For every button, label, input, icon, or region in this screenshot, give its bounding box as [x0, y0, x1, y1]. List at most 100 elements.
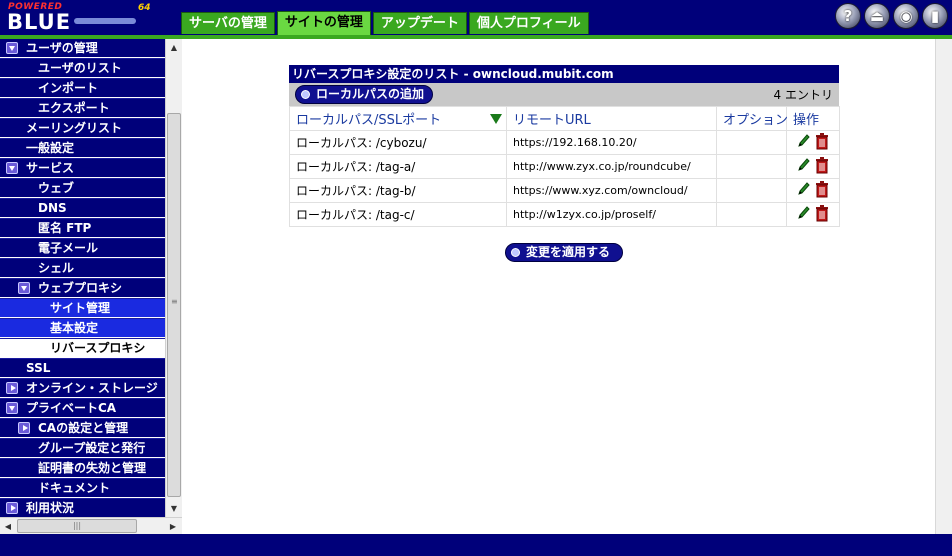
sidebar-item[interactable]: ユーザの管理: [0, 39, 165, 58]
actions-cell: [786, 130, 840, 155]
options-cell: [716, 130, 787, 155]
sidebar-item[interactable]: プライベートCA: [0, 399, 165, 418]
sidebar-item-label: オンライン・ストレージ: [26, 381, 158, 395]
column-header-remote-url[interactable]: リモートURL: [506, 106, 717, 131]
reverse-proxy-table: ローカルパス/SSLポート リモートURL オプション 操作 ローカルパス: /…: [289, 106, 840, 227]
apply-changes-button[interactable]: 変更を適用する: [505, 243, 624, 262]
scroll-left-arrow-icon[interactable]: ◀: [0, 518, 16, 534]
sidebar-item[interactable]: メーリングリスト: [0, 119, 165, 138]
bottom-bar: [0, 534, 952, 556]
remote-url-cell: https://192.168.10.20/: [506, 130, 717, 155]
expand-triangle-icon[interactable]: [6, 382, 18, 394]
add-local-path-button[interactable]: ローカルパスの追加: [295, 85, 434, 104]
help-icon[interactable]: ?: [835, 3, 861, 29]
view-icon[interactable]: ◉: [893, 3, 919, 29]
table-row: ローカルパス: /cybozu/https://192.168.10.20/: [289, 130, 840, 155]
logo-version: 64: [138, 3, 151, 13]
sidebar-item[interactable]: エクスポート: [0, 99, 165, 118]
sidebar-item[interactable]: サービス: [0, 159, 165, 178]
logo-blue-text: BLUE: [7, 10, 72, 34]
edit-pencil-icon[interactable]: [797, 133, 811, 152]
expand-triangle-icon[interactable]: [6, 502, 18, 514]
top-header: POWERED BLUE 64 サーバの管理 サイトの管理 アップデート 個人プ…: [0, 0, 952, 37]
delete-trash-icon[interactable]: [815, 156, 829, 177]
column-header-local-path[interactable]: ローカルパス/SSLポート: [289, 106, 507, 131]
sidebar-item[interactable]: 匿名 FTP: [0, 219, 165, 238]
sidebar-item[interactable]: ウェブプロキシ: [0, 279, 165, 298]
sidebar-vertical-scrollbar[interactable]: ▲ ≡ ▼: [165, 39, 182, 517]
collapse-triangle-icon[interactable]: [18, 282, 30, 294]
options-cell: [716, 154, 787, 179]
button-bullet-icon: [301, 90, 310, 99]
main-tabs: サーバの管理 サイトの管理 アップデート 個人プロフィール: [181, 11, 591, 36]
scroll-up-arrow-icon[interactable]: ▲: [166, 39, 182, 55]
sidebar-item[interactable]: オンライン・ストレージ: [0, 379, 165, 398]
sidebar-item-label: リバースプロキシ: [50, 341, 146, 355]
scroll-down-arrow-icon[interactable]: ▼: [166, 500, 182, 516]
remote-url-cell: http://www.zyx.co.jp/roundcube/: [506, 154, 717, 179]
edit-pencil-icon[interactable]: [797, 181, 811, 200]
sidebar-item-label: CAの設定と管理: [38, 421, 129, 435]
sidebar-item-label: サービス: [26, 161, 75, 175]
sidebar-item[interactable]: 電子メール: [0, 239, 165, 258]
remote-url-cell: https://www.xyz.com/owncloud/: [506, 178, 717, 203]
collapse-triangle-icon[interactable]: [6, 162, 18, 174]
sidebar-item[interactable]: ユーザのリスト: [0, 59, 165, 78]
sidebar-item-label: 基本設定: [50, 321, 99, 335]
sidebar-horizontal-scrollbar[interactable]: ◀ ||| ▶: [0, 517, 182, 534]
tab-site-management[interactable]: サイトの管理: [276, 11, 371, 36]
expand-triangle-icon[interactable]: [18, 422, 30, 434]
column-header-options[interactable]: オプション: [716, 106, 788, 131]
sidebar-item-label: ユーザのリスト: [38, 61, 122, 75]
table-header-row: ローカルパス/SSLポート リモートURL オプション 操作: [289, 106, 840, 131]
tab-update[interactable]: アップデート: [372, 12, 467, 34]
sidebar-item[interactable]: リバースプロキシ: [0, 339, 165, 358]
collapse-triangle-icon[interactable]: [6, 402, 18, 414]
delete-trash-icon[interactable]: [815, 180, 829, 201]
collapse-triangle-icon[interactable]: [6, 42, 18, 54]
sidebar-item[interactable]: SSL: [0, 359, 165, 378]
reverse-proxy-list-panel: リバースプロキシ設定のリスト - owncloud.mubit.com ローカル…: [289, 65, 840, 227]
edit-pencil-icon[interactable]: [797, 157, 811, 176]
column-header-local-path-label: ローカルパス/SSLポート: [296, 113, 442, 128]
actions-cell: [786, 154, 840, 179]
sidebar-scroll-thumb[interactable]: ≡: [167, 113, 181, 497]
sidebar-item[interactable]: DNS: [0, 199, 165, 218]
sidebar-item-label: メーリングリスト: [26, 121, 123, 135]
sort-descending-icon[interactable]: [490, 113, 502, 124]
sidebar-item-label: DNS: [38, 201, 67, 215]
logo-swoosh: [74, 18, 136, 24]
column-header-actions: 操作: [786, 106, 840, 131]
sidebar-item-label: 証明書の失効と管理: [38, 461, 147, 475]
sidebar-item[interactable]: グループ設定と発行: [0, 439, 165, 458]
sidebar-item[interactable]: ドキュメント: [0, 479, 165, 498]
sidebar-item[interactable]: 一般設定: [0, 139, 165, 158]
apply-changes-label: 変更を適用する: [526, 245, 611, 259]
exit-door-icon[interactable]: ▮: [922, 3, 948, 29]
sidebar-item[interactable]: インポート: [0, 79, 165, 98]
main-vertical-scrollbar[interactable]: [935, 39, 952, 534]
add-local-path-label: ローカルパスの追加: [316, 87, 425, 101]
sidebar-hscroll-thumb[interactable]: |||: [17, 519, 137, 533]
tab-personal-profile[interactable]: 個人プロフィール: [468, 12, 589, 34]
sidebar-item-label: サイト管理: [50, 301, 111, 315]
sidebar-item[interactable]: サイト管理: [0, 299, 165, 318]
sidebar-item[interactable]: 基本設定: [0, 319, 165, 338]
sidebar-item[interactable]: 証明書の失効と管理: [0, 459, 165, 478]
sidebar-item[interactable]: ウェブ: [0, 179, 165, 198]
logout-icon[interactable]: ⏏: [864, 3, 890, 29]
tab-server-management[interactable]: サーバの管理: [181, 12, 275, 34]
sidebar-item[interactable]: 利用状況: [0, 499, 165, 517]
panel-title: リバースプロキシ設定のリスト - owncloud.mubit.com: [289, 65, 839, 83]
table-row: ローカルパス: /tag-c/http://w1zyx.co.jp/prosel…: [289, 202, 840, 227]
scroll-right-arrow-icon[interactable]: ▶: [165, 518, 181, 534]
delete-trash-icon[interactable]: [815, 204, 829, 225]
edit-pencil-icon[interactable]: [797, 205, 811, 224]
sidebar-item-label: インポート: [38, 81, 99, 95]
sidebar-item-label: SSL: [26, 361, 51, 375]
delete-trash-icon[interactable]: [815, 132, 829, 153]
sidebar-item[interactable]: CAの設定と管理: [0, 419, 165, 438]
sidebar-item[interactable]: シェル: [0, 259, 165, 278]
sidebar-item-label: エクスポート: [38, 101, 110, 115]
local-path-cell: ローカルパス: /cybozu/: [289, 130, 507, 155]
